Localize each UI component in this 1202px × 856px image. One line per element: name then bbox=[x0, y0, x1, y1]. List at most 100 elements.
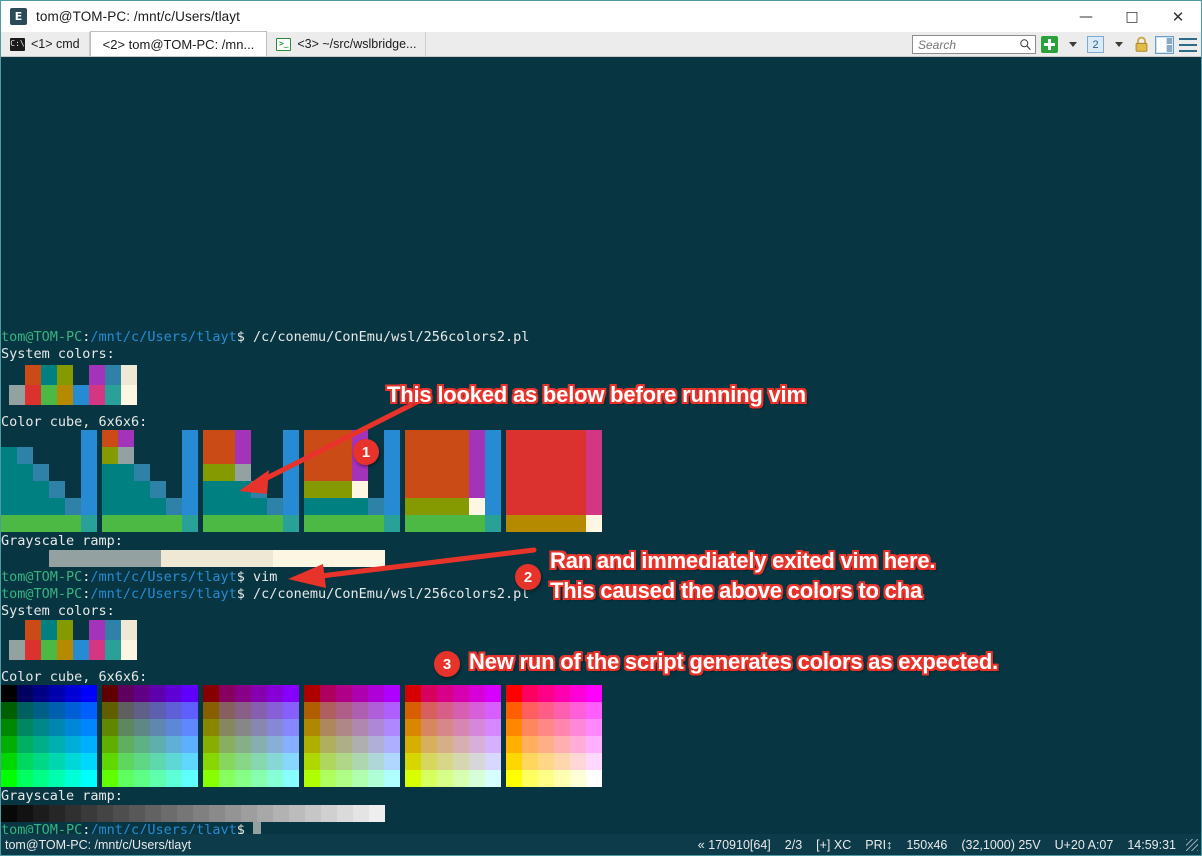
minimize-button[interactable]: — bbox=[1063, 1, 1109, 32]
cube-cell bbox=[17, 753, 33, 770]
ramp-cell bbox=[63, 550, 77, 567]
cube-cell bbox=[17, 685, 33, 702]
cube-block bbox=[102, 685, 198, 787]
cube-cell bbox=[437, 447, 453, 464]
cube-cell bbox=[421, 736, 437, 753]
cube-cell bbox=[352, 770, 368, 787]
cube-cell bbox=[522, 753, 538, 770]
cube-cell bbox=[33, 719, 49, 736]
cube-cell bbox=[203, 447, 219, 464]
label-color-cube-2: Color cube, 6x6x6: bbox=[1, 669, 148, 685]
split-panes-button[interactable] bbox=[1155, 35, 1174, 54]
cube-cell bbox=[522, 736, 538, 753]
cube-cell bbox=[134, 515, 150, 532]
cube-cell bbox=[453, 515, 469, 532]
cube-cell bbox=[384, 481, 400, 498]
cube-cell bbox=[336, 515, 352, 532]
cube-cell bbox=[304, 498, 320, 515]
cube-cell bbox=[150, 753, 166, 770]
ramp-cell bbox=[147, 550, 161, 567]
cube-cell bbox=[219, 515, 235, 532]
cube-cell bbox=[267, 447, 283, 464]
window-title: tom@TOM-PC: /mnt/c/Users/tlayt bbox=[36, 9, 240, 24]
cube-cell bbox=[570, 498, 586, 515]
active-consoles-dropdown[interactable] bbox=[1109, 35, 1128, 54]
search-input[interactable] bbox=[918, 37, 1019, 52]
cube-cell bbox=[522, 770, 538, 787]
cube-cell bbox=[1, 430, 17, 447]
cube-cell bbox=[368, 702, 384, 719]
cube-cell bbox=[166, 498, 182, 515]
status-field-char-code: U+20 A:07 bbox=[1054, 837, 1114, 852]
cube-cell bbox=[118, 736, 134, 753]
search-box[interactable] bbox=[912, 35, 1036, 54]
cube-cell bbox=[251, 447, 267, 464]
cube-cell bbox=[506, 515, 522, 532]
cube-cell bbox=[102, 464, 118, 481]
cube-cell bbox=[150, 702, 166, 719]
magnifier-icon[interactable] bbox=[1019, 38, 1032, 51]
color-swatch bbox=[41, 620, 57, 640]
new-console-dropdown[interactable] bbox=[1063, 35, 1082, 54]
cube-cell bbox=[134, 702, 150, 719]
cube-cell bbox=[522, 719, 538, 736]
cube-cell bbox=[437, 515, 453, 532]
lock-button[interactable] bbox=[1132, 35, 1151, 54]
color-swatch bbox=[73, 640, 89, 660]
cube-cell bbox=[1, 719, 17, 736]
cube-cell bbox=[235, 702, 251, 719]
cube-cell bbox=[1, 447, 17, 464]
active-consoles-button[interactable]: 2 bbox=[1086, 35, 1105, 54]
ramp-cell bbox=[97, 805, 113, 822]
cube-cell bbox=[1, 685, 17, 702]
cube-cell bbox=[166, 481, 182, 498]
tab-cmd[interactable]: C:\ <1> cmd bbox=[1, 32, 90, 56]
close-button[interactable]: ✕ bbox=[1155, 1, 1201, 32]
ramp-cell bbox=[315, 550, 329, 567]
cube-cell bbox=[203, 770, 219, 787]
cube-cell bbox=[538, 481, 554, 498]
cube-cell bbox=[421, 753, 437, 770]
cube-cell bbox=[33, 685, 49, 702]
color-swatch bbox=[105, 620, 121, 640]
main-menu-button[interactable] bbox=[1178, 35, 1197, 54]
cube-cell bbox=[570, 770, 586, 787]
annotation-text-1: This looked as below before running vim bbox=[387, 382, 806, 407]
cube-cell bbox=[405, 702, 421, 719]
cube-cell bbox=[336, 719, 352, 736]
cube-cell bbox=[485, 719, 501, 736]
cube-cell bbox=[453, 753, 469, 770]
cube-cell bbox=[352, 736, 368, 753]
cube-cell bbox=[203, 430, 219, 447]
cube-cell bbox=[336, 702, 352, 719]
status-field-console-index: 2/3 bbox=[784, 837, 803, 852]
cube-cell bbox=[219, 464, 235, 481]
cube-cell bbox=[384, 430, 400, 447]
ramp-cell bbox=[193, 805, 209, 822]
cube-cell bbox=[554, 719, 570, 736]
cube-cell bbox=[33, 430, 49, 447]
color-swatch bbox=[121, 620, 137, 640]
cube-cell bbox=[49, 736, 65, 753]
new-console-button[interactable] bbox=[1040, 35, 1059, 54]
cube-cell bbox=[485, 447, 501, 464]
cube-cell bbox=[522, 515, 538, 532]
tab-wslbridge[interactable]: >_ <3> ~/src/wslbridge... bbox=[267, 32, 427, 56]
cube-cell bbox=[421, 447, 437, 464]
maximize-button[interactable]: □ bbox=[1109, 1, 1155, 32]
resize-grip[interactable] bbox=[1186, 838, 1198, 851]
terminal-viewport[interactable]: tom@TOM-PC:/mnt/c/Users/tlayt$ /c/conemu… bbox=[1, 57, 1201, 835]
cube-cell bbox=[336, 753, 352, 770]
cube-cell bbox=[538, 515, 554, 532]
tab-wsl-home[interactable]: <2> tom@TOM-PC: /mn... bbox=[89, 31, 268, 56]
cube-cell bbox=[506, 464, 522, 481]
color-swatch bbox=[57, 385, 73, 405]
cube-cell bbox=[469, 464, 485, 481]
cube-cell bbox=[283, 736, 299, 753]
color-swatch bbox=[57, 365, 73, 385]
conemu-icon-glyph: E bbox=[14, 10, 23, 23]
cube-cell bbox=[17, 736, 33, 753]
cube-cell bbox=[485, 770, 501, 787]
cube-cell bbox=[469, 736, 485, 753]
cube-cell bbox=[102, 515, 118, 532]
